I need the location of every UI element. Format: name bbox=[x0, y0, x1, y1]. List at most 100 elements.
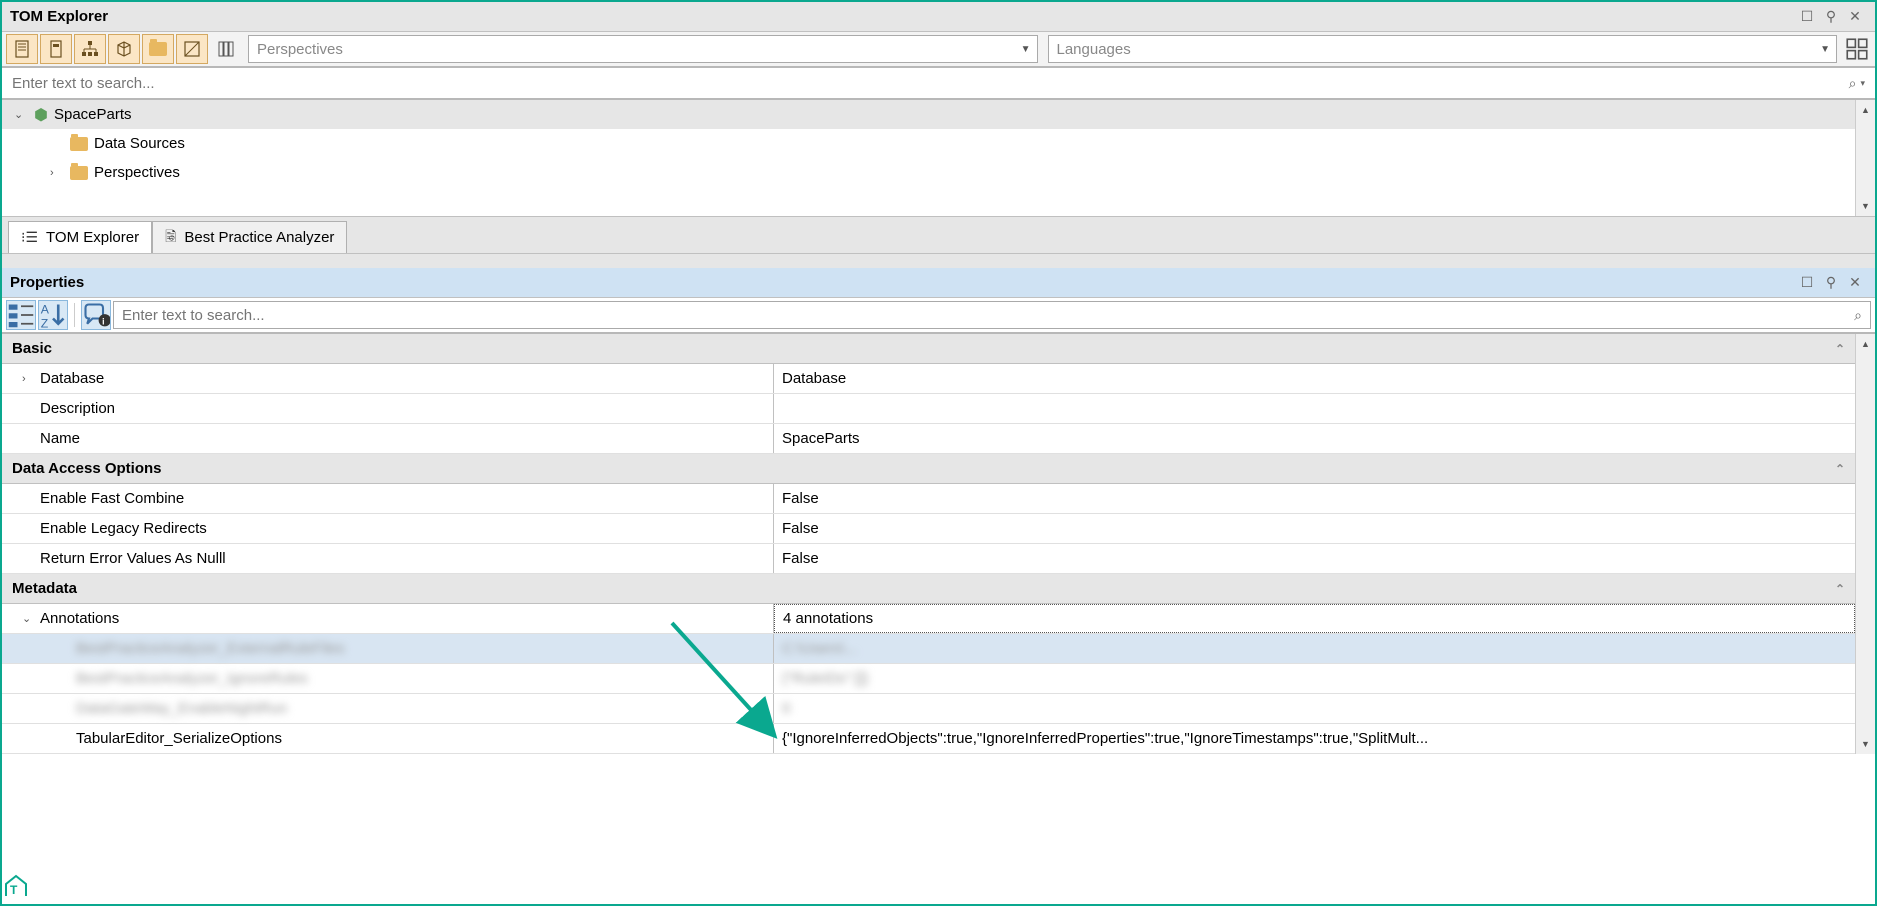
chevron-right-icon[interactable]: › bbox=[22, 373, 36, 385]
model-tree: ⌄ ⬢ SpaceParts Data Sources › Perspectiv… bbox=[2, 100, 1875, 216]
chevron-down-icon[interactable]: ⌄ bbox=[22, 612, 36, 625]
prop-fast-combine[interactable]: Enable Fast Combine False bbox=[2, 484, 1875, 514]
perspectives-label: Perspectives bbox=[257, 41, 343, 58]
info-button[interactable]: i bbox=[81, 300, 111, 330]
toolbar-btn-4[interactable] bbox=[108, 34, 140, 64]
close-icon[interactable]: ✕ bbox=[1843, 271, 1867, 295]
collapse-icon[interactable]: ⌃ bbox=[1835, 462, 1845, 476]
categorize-button[interactable] bbox=[6, 300, 36, 330]
properties-search-input[interactable] bbox=[122, 307, 1854, 324]
properties-header: Properties ☐ ⚲ ✕ bbox=[2, 268, 1875, 298]
svg-text:i: i bbox=[102, 317, 104, 327]
languages-dropdown[interactable]: Languages ▼ bbox=[1048, 35, 1838, 63]
prop-value[interactable] bbox=[774, 394, 1855, 423]
explorer-title: TOM Explorer bbox=[10, 8, 1795, 25]
toolbar-btn-3[interactable] bbox=[74, 34, 106, 64]
explorer-tabs: ⁝☰ TOM Explorer 🗟 Best Practice Analyzer bbox=[2, 216, 1875, 254]
prop-value[interactable]: {"IgnoreInferredObjects":true,"IgnoreInf… bbox=[774, 724, 1855, 753]
tree-item-label: Data Sources bbox=[94, 135, 185, 152]
explorer-search: ⌕ ▾ bbox=[2, 68, 1875, 100]
chevron-down-icon: ▼ bbox=[1820, 44, 1830, 55]
prop-database[interactable]: › Database Database bbox=[2, 364, 1875, 394]
folder-icon bbox=[70, 137, 88, 151]
scroll-down-icon[interactable]: ▼ bbox=[1856, 196, 1875, 216]
explorer-header: TOM Explorer ☐ ⚲ ✕ bbox=[2, 2, 1875, 32]
section-dao[interactable]: Data Access Options ⌃ bbox=[2, 454, 1875, 484]
section-basic[interactable]: Basic ⌃ bbox=[2, 334, 1875, 364]
close-icon[interactable]: ✕ bbox=[1843, 5, 1867, 29]
svg-text:A: A bbox=[41, 302, 50, 316]
prop-value[interactable]: 0 bbox=[782, 700, 790, 717]
scroll-up-icon[interactable]: ▲ bbox=[1856, 100, 1875, 120]
tab-best-practice[interactable]: 🗟 Best Practice Analyzer bbox=[152, 221, 347, 253]
svg-text:Z: Z bbox=[41, 316, 49, 329]
tab-tom-explorer[interactable]: ⁝☰ TOM Explorer bbox=[8, 221, 152, 253]
chevron-down-icon[interactable]: ⌄ bbox=[14, 108, 28, 121]
prop-annotations[interactable]: ⌄ Annotations 4 annotations bbox=[2, 604, 1875, 634]
annotation-row-3[interactable]: DataGateWay_EnableNightRun 0 bbox=[2, 694, 1875, 724]
toolbar-overflow[interactable] bbox=[1843, 35, 1871, 63]
maximize-icon[interactable]: ☐ bbox=[1795, 5, 1819, 29]
prop-value[interactable]: {"RuleIDs":[]} bbox=[782, 670, 869, 687]
tree-item-data-sources[interactable]: Data Sources bbox=[2, 129, 1875, 158]
prop-name: Annotations bbox=[40, 610, 119, 627]
prop-name: Enable Fast Combine bbox=[40, 490, 184, 507]
prop-value[interactable]: Database bbox=[774, 364, 1855, 393]
explorer-toolbar: Perspectives ▼ Languages ▼ bbox=[2, 32, 1875, 68]
search-icon[interactable]: ⌕ bbox=[1854, 307, 1862, 324]
toolbar-btn-6[interactable] bbox=[176, 34, 208, 64]
prop-name: Return Error Values As Nulll bbox=[40, 550, 226, 567]
section-label: Metadata bbox=[12, 580, 77, 597]
section-metadata[interactable]: Metadata ⌃ bbox=[2, 574, 1875, 604]
prop-value[interactable]: False bbox=[774, 514, 1855, 543]
prop-name: Enable Legacy Redirects bbox=[40, 520, 207, 537]
collapse-icon[interactable]: ⌃ bbox=[1835, 342, 1845, 356]
search-input[interactable] bbox=[12, 75, 1849, 92]
properties-grid: Basic ⌃ › Database Database Description N… bbox=[2, 334, 1875, 754]
prop-name[interactable]: Name SpaceParts bbox=[2, 424, 1875, 454]
annotation-row-4[interactable]: TabularEditor_SerializeOptions {"IgnoreI… bbox=[2, 724, 1875, 754]
scroll-down-icon[interactable]: ▼ bbox=[1856, 734, 1875, 754]
scroll-up-icon[interactable]: ▲ bbox=[1856, 334, 1875, 354]
prop-value[interactable]: False bbox=[774, 544, 1855, 573]
perspectives-dropdown[interactable]: Perspectives ▼ bbox=[248, 35, 1038, 63]
grid-scrollbar[interactable]: ▲ ▼ bbox=[1855, 334, 1875, 754]
toolbar-btn-5[interactable] bbox=[142, 34, 174, 64]
prop-name: DataGateWay_EnableNightRun bbox=[76, 700, 287, 717]
toolbar-btn-2[interactable] bbox=[40, 34, 72, 64]
chevron-right-icon[interactable]: › bbox=[50, 167, 64, 179]
analyzer-icon: 🗟 bbox=[165, 226, 176, 250]
toolbar-btn-7[interactable] bbox=[210, 34, 242, 64]
chevron-down-icon: ▼ bbox=[1021, 44, 1031, 55]
prop-description[interactable]: Description bbox=[2, 394, 1875, 424]
prop-name: BestPracticeAnalyzer_IgnoreRules bbox=[76, 670, 308, 687]
prop-value[interactable]: SpaceParts bbox=[774, 424, 1855, 453]
annotation-row-1[interactable]: BestPracticeAnalyzer_ExternalRuleFiles C… bbox=[2, 634, 1875, 664]
search-options-icon[interactable]: ▾ bbox=[1860, 78, 1865, 89]
prop-name: Description bbox=[40, 400, 115, 417]
tab-label: Best Practice Analyzer bbox=[184, 229, 334, 246]
collapse-icon[interactable]: ⌃ bbox=[1835, 582, 1845, 596]
toolbar-btn-1[interactable] bbox=[6, 34, 38, 64]
tree-root[interactable]: ⌄ ⬢ SpaceParts bbox=[2, 100, 1875, 129]
prop-value[interactable]: 4 annotations bbox=[774, 604, 1855, 633]
explorer-controls: ☐ ⚲ ✕ bbox=[1795, 5, 1867, 29]
pin-icon[interactable]: ⚲ bbox=[1819, 271, 1843, 295]
tab-label: TOM Explorer bbox=[46, 229, 139, 246]
prop-name: Database bbox=[40, 370, 104, 387]
maximize-icon[interactable]: ☐ bbox=[1795, 271, 1819, 295]
properties-search: ⌕ bbox=[113, 301, 1871, 329]
pin-icon[interactable]: ⚲ bbox=[1819, 5, 1843, 29]
annotation-row-2[interactable]: BestPracticeAnalyzer_IgnoreRules {"RuleI… bbox=[2, 664, 1875, 694]
properties-controls: ☐ ⚲ ✕ bbox=[1795, 271, 1867, 295]
prop-value[interactable]: C:\Users\... bbox=[782, 640, 857, 657]
prop-return-null[interactable]: Return Error Values As Nulll False bbox=[2, 544, 1875, 574]
tree-root-label: SpaceParts bbox=[54, 106, 132, 123]
tree-item-perspectives[interactable]: › Perspectives bbox=[2, 158, 1875, 187]
search-icon[interactable]: ⌕ bbox=[1849, 75, 1857, 92]
sort-button[interactable]: AZ bbox=[38, 300, 68, 330]
prop-value[interactable]: False bbox=[774, 484, 1855, 513]
tree-scrollbar[interactable]: ▲ ▼ bbox=[1855, 100, 1875, 216]
prop-name: BestPracticeAnalyzer_ExternalRuleFiles bbox=[76, 640, 344, 657]
prop-legacy-redirects[interactable]: Enable Legacy Redirects False bbox=[2, 514, 1875, 544]
